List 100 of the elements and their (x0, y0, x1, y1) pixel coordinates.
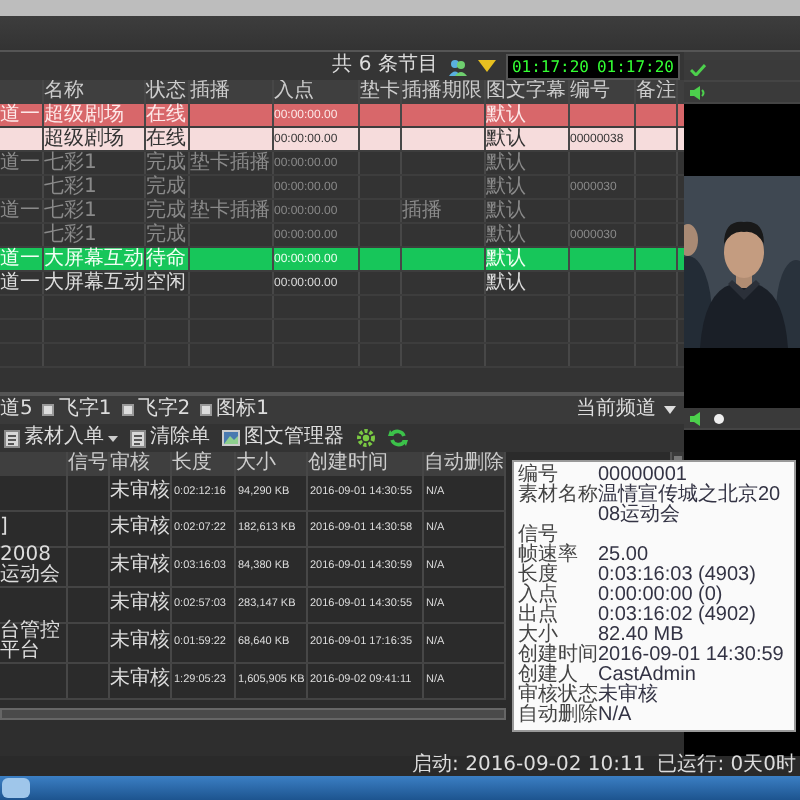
channel-dropdown[interactable]: 当前频道 (576, 398, 676, 422)
table-cell: 大屏幕互动 (44, 247, 144, 271)
speaker-icon[interactable] (690, 85, 706, 99)
tooltip-value: 25.00 (598, 546, 651, 566)
table-cell: 插播 (402, 199, 442, 223)
refresh-icon[interactable] (388, 428, 408, 448)
tooltip-value: N/A (598, 706, 634, 726)
table-cell: 道一 (0, 151, 40, 175)
column-header[interactable]: 长度 (172, 452, 212, 476)
column-header[interactable]: 信号 (68, 452, 108, 476)
tooltip-label: 自动删除 (518, 706, 598, 726)
column-header[interactable]: 编号 (570, 80, 610, 104)
status-dot (714, 413, 724, 423)
tooltip-value: CastAdmin (598, 666, 698, 686)
table-cell: 默认 (486, 223, 526, 247)
tooltip-label: 创建人 (518, 666, 578, 686)
column-header[interactable]: 创建时间 (308, 452, 388, 476)
column-header[interactable]: 自动删除 (424, 452, 504, 476)
filter-icon[interactable] (477, 60, 496, 72)
tooltip-value: 未审核 (598, 686, 660, 706)
table-cell: 道一 (0, 247, 40, 271)
scrollbar[interactable] (0, 707, 506, 720)
table-cell: 未审核 (110, 556, 170, 577)
tooltip-label: 大小 (518, 626, 559, 646)
tooltip-label: 编号 (518, 466, 558, 486)
table-cell: 默认 (486, 271, 526, 295)
settings-icon[interactable] (356, 428, 376, 448)
table-cell: ] (0, 518, 8, 539)
video-screen (684, 348, 800, 408)
overlay-checkbox[interactable]: 飞字1 (42, 398, 112, 422)
overlay-checkbox[interactable]: 图标1 (200, 398, 269, 422)
tooltip-label: 素材名称 (518, 486, 598, 510)
column-header[interactable]: 插播期限 (402, 80, 482, 104)
column-header[interactable]: 状态 (146, 80, 186, 104)
table-cell: 完成 (146, 199, 186, 223)
table-cell: 默认 (486, 103, 526, 127)
table-cell: 未审核 (110, 482, 170, 503)
table-cell: 空闲 (146, 271, 186, 295)
table-cell: 待命 (146, 247, 186, 271)
table-cell: 垫卡插播 (190, 151, 270, 175)
toolbar-button[interactable]: 图文管理器 (222, 426, 344, 450)
table-cell: 道一 (0, 271, 40, 295)
document-icon (4, 429, 20, 447)
column-header[interactable]: 插播 (190, 80, 230, 104)
tooltip-value: 温情宣传城之北京2008运动会 (598, 486, 783, 526)
table-cell: 在线 (146, 127, 186, 151)
start-time: 启动: 2016-09-02 10:11 (412, 756, 646, 776)
table-cell: 默认 (486, 151, 526, 175)
table-cell: 未审核 (110, 670, 170, 691)
tooltip-label: 创建时间 (518, 646, 598, 666)
table-cell: 默认 (486, 175, 526, 199)
table-cell: 完成 (146, 151, 186, 175)
table-cell: 默认 (486, 127, 526, 151)
column-header[interactable]: 审核 (110, 452, 150, 476)
users-icon[interactable] (447, 57, 468, 75)
tooltip-value: 0:03:16:03 (4903) (598, 566, 758, 586)
toolbar-button[interactable]: 素材入单 (4, 426, 118, 450)
table-cell-text: 台管控平台 (0, 622, 62, 663)
tooltip-value: 2016-09-01 14:30:59 (598, 646, 786, 666)
tooltip-label: 审核状态 (518, 686, 598, 706)
column-header[interactable]: 名称 (44, 80, 84, 104)
table-cell: 未审核 (110, 594, 170, 615)
document-icon (130, 429, 146, 447)
start-button[interactable] (2, 778, 30, 798)
overlay-checkbox[interactable]: 飞字2 (121, 398, 191, 422)
column-header[interactable]: 大小 (236, 452, 276, 476)
table-cell: 未审核 (110, 518, 170, 539)
column-header[interactable]: 入点 (274, 80, 314, 104)
tooltip-value: 0:00:00:00 (0) (598, 586, 723, 606)
table-cell: 道一 (0, 199, 40, 223)
table-cell: 超级剧场 (44, 103, 124, 127)
timecode: 01:17:20 (511, 55, 589, 77)
video-screen (684, 104, 800, 176)
tooltip-label: 出点 (518, 606, 560, 626)
caret-icon (664, 406, 676, 414)
table-cell: 垫卡插播 (190, 199, 270, 223)
table-cell: 完成 (146, 223, 186, 247)
tooltip-value: 0:03:16:02 (4902) (598, 606, 758, 626)
table-cell: 超级剧场 (44, 127, 124, 151)
table-cell: 默认 (486, 247, 526, 271)
tooltip-label: 长度 (518, 566, 560, 586)
table-cell: 在线 (146, 103, 186, 127)
option-label: 道5 (0, 398, 33, 422)
table-cell: 未审核 (110, 632, 170, 653)
check-icon[interactable] (690, 64, 706, 76)
timecode: 01:17:20 (596, 55, 674, 77)
table-cell: 七彩1 (44, 199, 97, 223)
toolbar-button[interactable]: 清除单 (130, 426, 210, 450)
image-icon (222, 430, 240, 446)
running-time: 已运行: 0天0时 (657, 756, 796, 776)
tooltip-value: 82.40 MB (598, 626, 686, 646)
tooltip-label: 帧速率 (518, 546, 580, 566)
tooltip-value: 00000001 (598, 466, 687, 486)
table-cell: 七彩1 (44, 223, 97, 247)
table-cell: 大屏幕互动 (44, 271, 144, 295)
table-cell: 七彩1 (44, 151, 97, 175)
program-count: 共 6 条节目 (332, 54, 438, 78)
column-header[interactable]: 垫卡 (360, 80, 400, 104)
table-cell: 七彩1 (44, 175, 97, 199)
table-cell: 默认 (486, 199, 526, 223)
